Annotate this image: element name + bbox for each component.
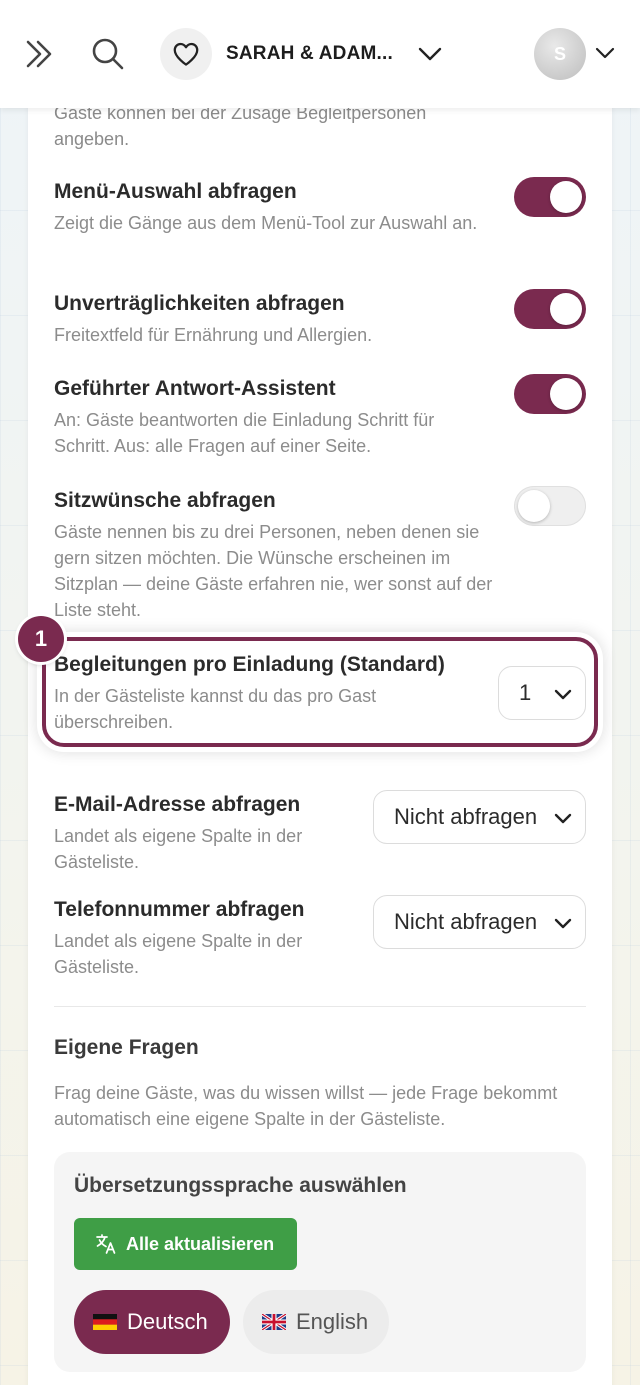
setting-email: E-Mail-Adresse abfragen Landet als eigen… — [54, 791, 354, 875]
expand-sidebar-icon[interactable] — [22, 36, 58, 72]
setting-title: Unverträglichkeiten abfragen — [54, 292, 345, 315]
setting-desc: Zeigt die Gänge aus dem Menü-Tool zur Au… — [54, 213, 478, 233]
avatar[interactable]: S — [534, 28, 586, 80]
setting-title: E-Mail-Adresse abfragen — [54, 793, 301, 816]
update-all-button[interactable]: Alle aktualisieren — [74, 1218, 297, 1270]
select-value: Nicht abfragen — [394, 804, 538, 829]
setting-intolerances: Unverträglichkeiten abfragen Freitextfel… — [54, 290, 494, 348]
select-value: 1 — [519, 680, 532, 705]
setting-desc: An: Gäste beantworten die Einladung Schr… — [54, 410, 435, 456]
event-switcher[interactable]: SARAH & ADAM... — [160, 28, 443, 80]
setting-menu-choice: Menü-Auswahl abfragen Zeigt die Gänge au… — [54, 178, 494, 236]
update-all-label: Alle aktualisieren — [126, 1233, 275, 1254]
toggle-seat-wishes[interactable] — [514, 486, 586, 526]
chevron-down-icon — [554, 689, 572, 700]
toggle-knob — [550, 181, 582, 213]
setting-desc: Landet als eigene Spalte in der Gästelis… — [54, 931, 303, 977]
select-value: Nicht abfragen — [394, 909, 538, 934]
setting-companions: Begleitungen pro Einladung (Standard) In… — [54, 651, 474, 735]
toggle-menu-choice[interactable] — [514, 177, 586, 217]
companions-select[interactable]: 1 — [498, 666, 586, 720]
setting-title: Telefonnummer abfragen — [54, 898, 305, 921]
chevron-down-icon[interactable] — [594, 42, 616, 64]
setting-title: Menü-Auswahl abfragen — [54, 180, 297, 203]
flag-uk-icon — [262, 1314, 286, 1330]
setting-phone: Telefonnummer abfragen Landet als eigene… — [54, 896, 354, 980]
search-icon[interactable] — [88, 34, 128, 74]
email-select[interactable]: Nicht abfragen — [373, 790, 586, 844]
top-bar: SARAH & ADAM... S — [0, 0, 640, 108]
setting-seat-wishes: Sitzwünsche abfragen Gäste nennen bis zu… — [54, 487, 494, 623]
translate-icon — [96, 1234, 116, 1254]
toggle-knob — [550, 378, 582, 410]
step-badge: 1 — [18, 616, 64, 662]
section-title-custom-questions: Eigene Fragen — [54, 1036, 199, 1059]
setting-desc: In der Gästeliste kannst du das pro Gast… — [54, 686, 377, 732]
toggle-guided-assistant[interactable] — [514, 374, 586, 414]
language-chip-deutsch[interactable]: Deutsch — [74, 1290, 230, 1354]
setting-desc: Landet als eigene Spalte in der Gästelis… — [54, 826, 303, 872]
phone-select[interactable]: Nicht abfragen — [373, 895, 586, 949]
setting-title: Geführter Antwort-Assistent — [54, 377, 336, 400]
setting-desc: Freitextfeld für Ernährung und Allergien… — [54, 325, 373, 345]
language-label: Deutsch — [127, 1309, 208, 1334]
setting-title: Begleitungen pro Einladung (Standard) — [54, 653, 445, 676]
setting-guided-assistant: Geführter Antwort-Assistent An: Gäste be… — [54, 375, 494, 459]
language-label: English — [296, 1309, 369, 1334]
divider — [54, 1006, 586, 1007]
chevron-down-icon — [418, 47, 442, 61]
heart-icon — [160, 28, 212, 80]
setting-desc: Gäste nennen bis zu drei Personen, neben… — [54, 522, 493, 620]
flag-de-icon — [93, 1314, 117, 1330]
chevron-down-icon — [554, 813, 572, 824]
toggle-knob — [550, 293, 582, 325]
event-name: SARAH & ADAM... — [226, 43, 393, 64]
language-chip-english[interactable]: English — [243, 1290, 389, 1354]
toggle-knob — [518, 490, 550, 522]
section-desc-custom-questions: Frag deine Gäste, was du wissen willst —… — [54, 1083, 558, 1129]
setting-title: Sitzwünsche abfragen — [54, 489, 276, 512]
translation-title: Übersetzungssprache auswählen — [74, 1174, 407, 1197]
toggle-intolerances[interactable] — [514, 289, 586, 329]
chevron-down-icon — [554, 918, 572, 929]
